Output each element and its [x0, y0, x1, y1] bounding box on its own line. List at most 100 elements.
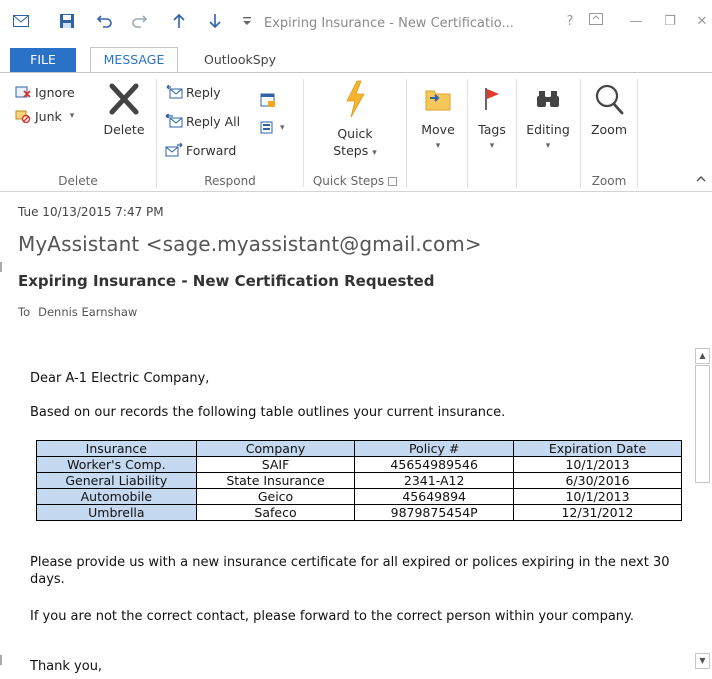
folder-move-icon [415, 77, 461, 121]
ribbon-display-options-button[interactable] [586, 12, 606, 32]
meeting-reply-button[interactable] [259, 89, 280, 111]
close-button[interactable]: ✕ [692, 12, 712, 32]
quick-steps-dropdown-icon: ▾ [372, 148, 377, 158]
quick-steps-group: Quick Steps ▾ Quick Steps [304, 73, 406, 191]
delete-icon [100, 77, 148, 121]
editing-label: Editing [526, 122, 570, 137]
reply-label: Reply [186, 84, 221, 100]
closing: Thank you, [30, 659, 103, 674]
undo-icon[interactable] [94, 10, 116, 32]
ribbon-tabs: FILE MESSAGE OutlookSpy [0, 44, 712, 73]
table-cell: Geico [195, 488, 356, 505]
editing-dropdown-icon: ▾ [545, 141, 551, 151]
tab-message[interactable]: MESSAGE [90, 47, 178, 73]
reply-button[interactable]: Reply [165, 81, 221, 103]
restore-button[interactable]: ❐ [660, 12, 680, 32]
tab-file[interactable]: FILE [10, 48, 76, 72]
table-cell: 2341-A12 [354, 472, 514, 489]
table-cell: Umbrella [36, 504, 197, 521]
flag-icon [472, 77, 512, 121]
junk-dropdown-icon[interactable]: ▾ [70, 111, 75, 121]
column-header: Company [195, 440, 356, 457]
ignore-button[interactable]: Ignore [14, 81, 75, 103]
table-cell: 45654989546 [354, 456, 514, 473]
scrollbar-thumb[interactable] [695, 365, 710, 483]
collapse-ribbon-icon[interactable] [696, 171, 706, 185]
table-cell: State Insurance [195, 472, 356, 489]
window-title: Expiring Insurance - New Certificatio... [264, 16, 514, 31]
delete-group: Ignore Junk ▾ Delete Delete [0, 73, 156, 191]
message-header: Tue 10/13/2015 7:47 PM MyAssistant <sage… [0, 192, 712, 332]
forward-icon [165, 142, 183, 158]
junk-label: Junk [35, 108, 62, 124]
more-respond-button[interactable]: ▾ [259, 117, 285, 139]
forward-button[interactable]: Forward [165, 139, 236, 161]
minimize-button[interactable]: — [626, 12, 646, 32]
table-row: General Liability State Insurance 2341-A… [36, 472, 682, 489]
table-header-row: Insurance Company Policy # Expiration Da… [36, 440, 682, 457]
table-cell: General Liability [36, 472, 197, 489]
dialog-launcher-icon[interactable] [388, 177, 398, 186]
table-cell: Automobile [36, 488, 197, 505]
zoom-group-label: Zoom [591, 174, 627, 188]
sender[interactable]: MyAssistant <sage.myassistant@gmail.com> [18, 232, 482, 256]
tags-button[interactable]: Tags ▾ [472, 77, 512, 155]
column-header: Policy # [354, 440, 514, 457]
table-cell: 9879875454P [354, 504, 514, 521]
move-dropdown-icon: ▾ [435, 141, 441, 151]
lightning-icon [322, 77, 388, 121]
delete-button[interactable]: Delete [100, 77, 148, 138]
table-cell: Safeco [195, 504, 356, 521]
mail-icon [10, 10, 32, 32]
help-button[interactable]: ? [560, 12, 580, 32]
redo-icon[interactable] [128, 10, 150, 32]
next-item-icon[interactable] [204, 10, 226, 32]
move-group: Move ▾ [407, 73, 467, 191]
save-icon[interactable] [56, 10, 78, 32]
editing-group: Editing ▾ [517, 73, 579, 191]
intro-paragraph: Based on our records the following table… [30, 405, 506, 420]
message-body: Dear A-1 Electric Company, Based on our … [18, 348, 694, 679]
ribbon: Ignore Junk ▾ Delete Delete Reply Reply … [0, 72, 712, 192]
table-cell: 6/30/2016 [513, 472, 682, 489]
ignore-label: Ignore [35, 84, 75, 100]
respond-group-label: Respond [204, 174, 256, 188]
table-row: Automobile Geico 45649894 10/1/2013 [36, 488, 682, 505]
editing-button[interactable]: Editing ▾ [521, 77, 575, 155]
reply-all-icon [165, 113, 183, 129]
tags-group: Tags ▾ [468, 73, 516, 191]
customize-qat-icon[interactable] [236, 10, 258, 32]
quick-steps-group-label-wrap: Quick Steps [304, 174, 406, 188]
zoom-group: Zoom Zoom [581, 73, 637, 191]
forward-label: Forward [186, 142, 237, 158]
recipient-name[interactable]: Dennis Earnshaw [38, 305, 137, 319]
request-paragraph: Please provide us with a new insurance c… [30, 555, 670, 587]
subject: Expiring Insurance - New Certification R… [18, 272, 435, 290]
previous-item-icon[interactable] [168, 10, 190, 32]
ignore-icon [14, 84, 32, 100]
junk-button[interactable]: Junk ▾ [14, 105, 74, 127]
left-edge-marker [0, 655, 2, 665]
vertical-scrollbar[interactable]: ▲ ▼ [694, 348, 711, 669]
scroll-up-icon[interactable]: ▲ [695, 348, 710, 364]
quick-steps-label-line2: Steps [333, 143, 369, 158]
binoculars-icon [521, 77, 575, 121]
delete-group-label: Delete [58, 174, 98, 188]
table-cell: 10/1/2013 [513, 488, 682, 505]
recipient-line: To Dennis Earnshaw [18, 305, 137, 319]
greeting: Dear A-1 Electric Company, [30, 371, 210, 386]
forward-note-paragraph: If you are not the correct contact, plea… [30, 609, 634, 624]
quick-steps-group-label: Quick Steps [312, 174, 385, 188]
table-cell: SAIF [195, 456, 356, 473]
move-button[interactable]: Move ▾ [415, 77, 461, 155]
junk-icon [14, 108, 32, 124]
scroll-down-icon[interactable]: ▼ [695, 653, 710, 669]
reply-icon [165, 84, 183, 100]
quick-steps-button[interactable]: Quick Steps ▾ [322, 77, 388, 162]
zoom-button[interactable]: Zoom [585, 77, 633, 138]
insurance-table: Insurance Company Policy # Expiration Da… [36, 440, 682, 521]
tab-outlookspy[interactable]: OutlookSpy [194, 48, 286, 72]
zoom-label: Zoom [590, 122, 628, 137]
reply-all-button[interactable]: Reply All [165, 110, 240, 132]
title-bar: Expiring Insurance - New Certificatio...… [0, 0, 712, 44]
